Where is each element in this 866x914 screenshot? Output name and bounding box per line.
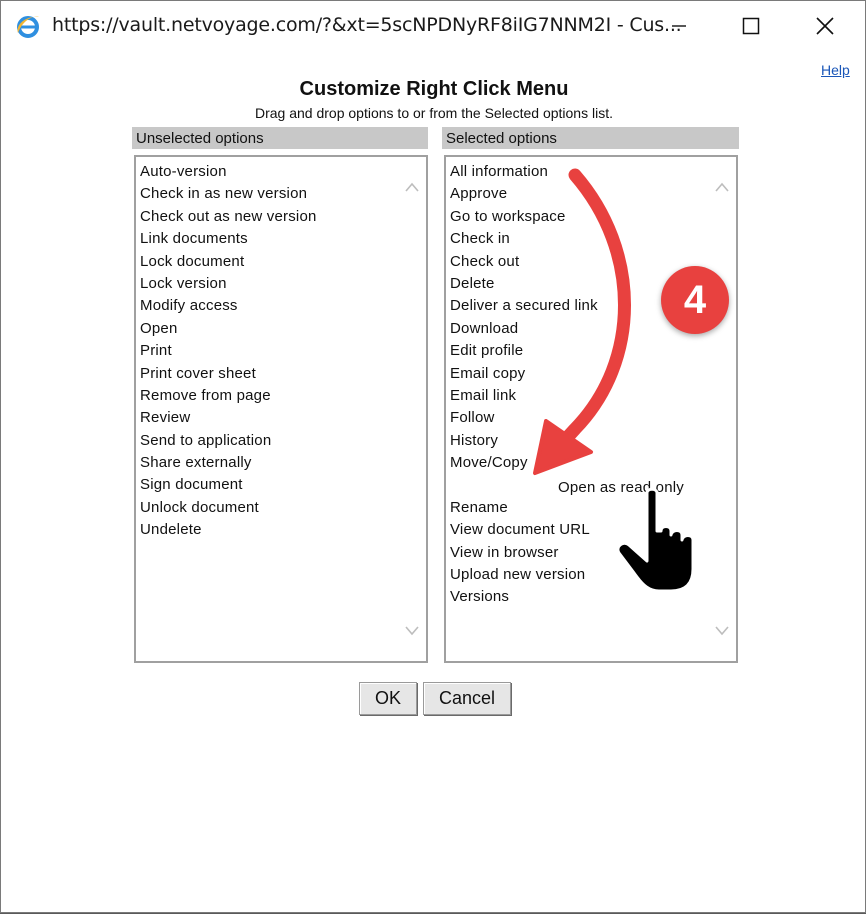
window-title: https://vault.netvoyage.com/?&xt=5scNPDN…: [52, 14, 682, 36]
scroll-down-icon[interactable]: [404, 625, 420, 637]
unselected-option[interactable]: Lock version: [140, 275, 317, 297]
selected-items-container: All information Approve Go to workspace Che…: [450, 163, 598, 611]
unselected-option[interactable]: Modify access: [140, 297, 317, 319]
scroll-up-icon[interactable]: [404, 181, 420, 193]
selected-option[interactable]: Email link: [450, 387, 598, 409]
hand-cursor-icon: [616, 487, 695, 593]
unselected-option[interactable]: Undelete: [140, 521, 317, 543]
dialog-window: https://vault.netvoyage.com/?&xt=5scNPDN…: [0, 0, 866, 913]
selected-option[interactable]: History: [450, 432, 598, 454]
close-icon: [816, 17, 834, 35]
selected-option[interactable]: Upload new version: [450, 566, 598, 588]
dialog-title: Customize Right Click Menu: [299, 78, 569, 100]
minimize-icon: [672, 25, 686, 27]
unselected-option[interactable]: Check in as new version: [140, 185, 317, 207]
unselected-option[interactable]: Link documents: [140, 230, 317, 252]
unselected-option[interactable]: Auto-version: [140, 163, 317, 185]
selected-option[interactable]: Move/Copy: [450, 454, 598, 476]
title-bar: https://vault.netvoyage.com/?&xt=5scNPDN…: [1, 1, 865, 51]
selected-option[interactable]: Versions: [450, 588, 598, 610]
internet-explorer-icon: [15, 13, 41, 39]
scroll-up-icon[interactable]: [714, 181, 730, 193]
selected-option[interactable]: Deliver a secured link: [450, 297, 598, 319]
selected-option[interactable]: Check in: [450, 230, 598, 252]
unselected-option[interactable]: Send to application: [140, 432, 317, 454]
unselected-option[interactable]: Print: [140, 342, 317, 364]
unselected-option[interactable]: Lock document: [140, 253, 317, 275]
step-number-badge: 4: [661, 266, 729, 334]
scroll-down-icon[interactable]: [714, 625, 730, 637]
unselected-option[interactable]: Review: [140, 409, 317, 431]
unselected-option[interactable]: Unlock document: [140, 499, 317, 521]
help-link[interactable]: Help: [821, 62, 850, 78]
unselected-option[interactable]: Share externally: [140, 454, 317, 476]
unselected-items-container: Auto-version Check in as new version Check…: [140, 163, 317, 544]
unselected-options-list[interactable]: Auto-version Check in as new version Check…: [134, 155, 428, 663]
unselected-options-header: Unselected options: [132, 127, 428, 149]
selected-option[interactable]: Email copy: [450, 365, 598, 387]
ok-button[interactable]: OK: [359, 682, 417, 715]
unselected-option[interactable]: Sign document: [140, 476, 317, 498]
unselected-option[interactable]: Open: [140, 320, 317, 342]
unselected-option[interactable]: Check out as new version: [140, 208, 317, 230]
selected-option[interactable]: All information: [450, 163, 598, 185]
selected-option[interactable]: Approve: [450, 185, 598, 207]
selected-option[interactable]: Go to workspace: [450, 208, 598, 230]
selected-option[interactable]: Edit profile: [450, 342, 598, 364]
selected-options-header: Selected options: [442, 127, 739, 149]
close-button[interactable]: [789, 1, 861, 51]
cancel-button[interactable]: Cancel: [423, 682, 511, 715]
selected-option[interactable]: View in browser: [450, 544, 598, 566]
unselected-option[interactable]: Print cover sheet: [140, 365, 317, 387]
selected-option[interactable]: Download: [450, 320, 598, 342]
selected-option[interactable]: Delete: [450, 275, 598, 297]
selected-option[interactable]: Check out: [450, 253, 598, 275]
maximize-button[interactable]: [715, 1, 787, 51]
selected-option[interactable]: Rename: [450, 499, 598, 521]
unselected-option[interactable]: Remove from page: [140, 387, 317, 409]
selected-option[interactable]: Follow: [450, 409, 598, 431]
minimize-button[interactable]: [643, 1, 715, 51]
dialog-subtitle: Drag and drop options to or from the Sel…: [255, 105, 613, 121]
selected-option[interactable]: View document URL: [450, 521, 598, 543]
maximize-icon: [742, 17, 760, 35]
